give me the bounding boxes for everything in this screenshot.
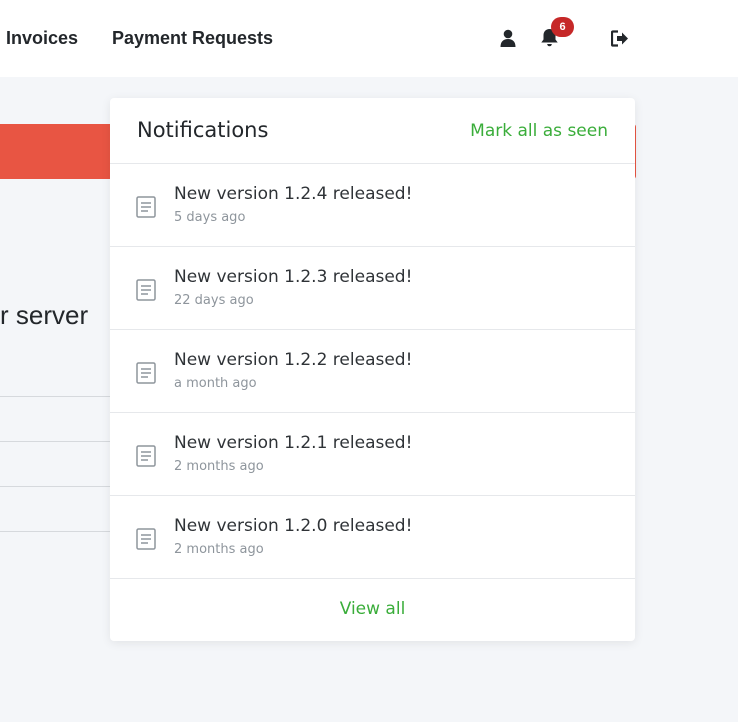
notifications-header: Notifications Mark all as seen — [110, 98, 635, 164]
notifications-list: New version 1.2.4 released! 5 days ago N… — [110, 164, 635, 579]
notification-time: 2 months ago — [174, 542, 264, 557]
notification-title: New version 1.2.4 released! — [174, 184, 413, 204]
notification-time: a month ago — [174, 376, 257, 391]
notification-time: 5 days ago — [174, 210, 246, 225]
notification-title: New version 1.2.3 released! — [174, 267, 413, 287]
document-icon — [136, 362, 156, 384]
notification-title: New version 1.2.1 released! — [174, 433, 413, 453]
notification-title: New version 1.2.0 released! — [174, 516, 413, 536]
table-divider — [0, 486, 110, 487]
nav-link-payment-requests[interactable]: Payment Requests — [112, 28, 273, 49]
notification-title: New version 1.2.2 released! — [174, 350, 413, 370]
notification-time: 2 months ago — [174, 459, 264, 474]
notification-count-badge: 6 — [551, 17, 574, 37]
table-divider — [0, 396, 110, 397]
user-icon[interactable] — [500, 29, 516, 47]
document-icon — [136, 279, 156, 301]
notification-item[interactable]: New version 1.2.1 released! 2 months ago — [110, 413, 635, 496]
notifications-dropdown: Notifications Mark all as seen New versi… — [110, 98, 635, 641]
mark-all-seen-link[interactable]: Mark all as seen — [470, 121, 608, 141]
document-icon — [136, 528, 156, 550]
logout-icon[interactable] — [611, 30, 629, 47]
document-icon — [136, 445, 156, 467]
notification-item[interactable]: New version 1.2.4 released! 5 days ago — [110, 164, 635, 247]
notification-item[interactable]: New version 1.2.3 released! 22 days ago — [110, 247, 635, 330]
notifications-title: Notifications — [137, 118, 269, 142]
notification-item[interactable]: New version 1.2.2 released! a month ago — [110, 330, 635, 413]
nav-link-invoices[interactable]: Invoices — [6, 28, 78, 49]
view-all-link[interactable]: View all — [340, 599, 406, 619]
notification-item[interactable]: New version 1.2.0 released! 2 months ago — [110, 496, 635, 579]
table-divider — [0, 441, 110, 442]
notifications-footer: View all — [110, 579, 635, 641]
top-navbar: Invoices Payment Requests 6 — [0, 0, 738, 77]
notification-time: 22 days ago — [174, 293, 254, 308]
document-icon — [136, 196, 156, 218]
section-heading: r server — [0, 300, 89, 330]
table-divider — [0, 531, 110, 532]
